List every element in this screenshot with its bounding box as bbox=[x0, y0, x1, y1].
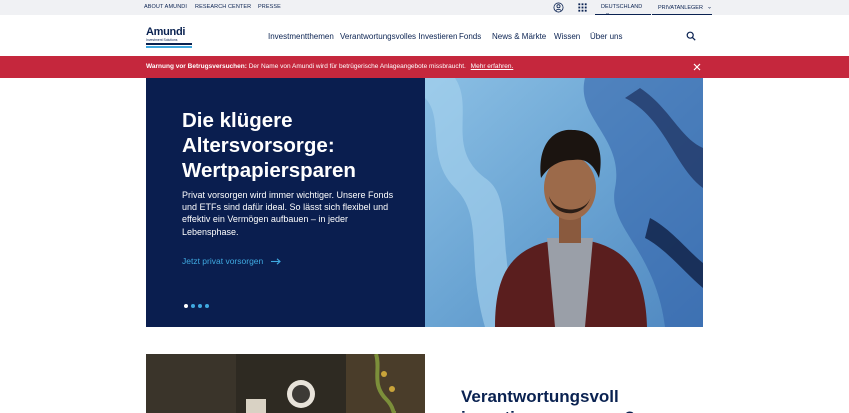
carousel-dot-1[interactable] bbox=[184, 304, 188, 308]
warning-label: Warnung vor Betrugsversuchen: bbox=[146, 63, 247, 70]
user-circle-icon[interactable] bbox=[553, 2, 564, 13]
warning-body: Der Name von Amundi wird für betrügerisc… bbox=[248, 63, 466, 70]
section-photo-interior bbox=[146, 354, 425, 413]
warning-more-link[interactable]: Mehr erfahren. bbox=[471, 63, 514, 70]
language-selector[interactable]: DEUTSCHLAND⌄ bbox=[595, 0, 651, 17]
carousel-dot-4[interactable] bbox=[205, 304, 209, 308]
utility-bar: ABOUT AMUNDI RESEARCH CENTER PRESSE DEUT… bbox=[0, 0, 849, 17]
main-header: Amundi Investment Solutions Investmentth… bbox=[0, 15, 849, 56]
logo-wordmark: Amundi bbox=[146, 26, 186, 38]
logo-tagline: Investment Solutions bbox=[146, 38, 178, 42]
nav-fonds[interactable]: Fonds bbox=[459, 32, 481, 41]
nav-ueber-uns[interactable]: Über uns bbox=[590, 32, 622, 41]
logo-bar-blue bbox=[146, 45, 192, 48]
arrow-right-icon bbox=[270, 258, 281, 265]
section-title: Verantwortungsvoll investieren – warum? bbox=[461, 387, 635, 413]
nav-news-maerkte[interactable]: News & Märkte bbox=[492, 32, 546, 41]
amundi-logo[interactable]: Amundi Investment Solutions bbox=[146, 26, 192, 48]
grid-icon[interactable] bbox=[577, 2, 588, 13]
hero-photo-smiling-man bbox=[425, 78, 703, 327]
hero-cta-link[interactable]: Jetzt privat vorsorgen bbox=[182, 256, 281, 266]
nav-wissen[interactable]: Wissen bbox=[554, 32, 580, 41]
audience-label: PRIVATANLEGER bbox=[658, 5, 703, 11]
carousel-dot-3[interactable] bbox=[198, 304, 202, 308]
hero-body: Privat vorsorgen wird immer wichtiger. U… bbox=[182, 190, 394, 237]
hero-text-panel: Die klügere Altersvorsorge: Wertpapiersp… bbox=[146, 78, 425, 327]
chevron-down-icon: ⌄ bbox=[706, 4, 712, 11]
link-about-amundi[interactable]: ABOUT AMUNDI bbox=[144, 4, 187, 10]
nav-verantwortungsvolles-investieren[interactable]: Verantwortungsvolles Investieren bbox=[340, 32, 457, 41]
hero-cta-label: Jetzt privat vorsorgen bbox=[182, 256, 264, 266]
nav-investmentthemen[interactable]: Investmentthemen bbox=[268, 32, 334, 41]
search-icon[interactable] bbox=[686, 31, 696, 41]
link-research-center[interactable]: RESEARCH CENTER bbox=[195, 4, 251, 10]
audience-selector[interactable]: PRIVATANLEGER ⌄ bbox=[652, 0, 712, 15]
hero-carousel: Die klügere Altersvorsorge: Wertpapiersp… bbox=[146, 78, 703, 327]
fraud-warning-banner: Warnung vor Betrugsversuchen: Der Name v… bbox=[0, 56, 849, 78]
hero-title: Die klügere Altersvorsorge: Wertpapiersp… bbox=[182, 109, 356, 182]
carousel-dot-2[interactable] bbox=[191, 304, 195, 308]
close-icon[interactable] bbox=[692, 62, 702, 72]
warning-message: Warnung vor Betrugsversuchen: Der Name v… bbox=[146, 63, 513, 70]
link-presse[interactable]: PRESSE bbox=[258, 4, 281, 10]
